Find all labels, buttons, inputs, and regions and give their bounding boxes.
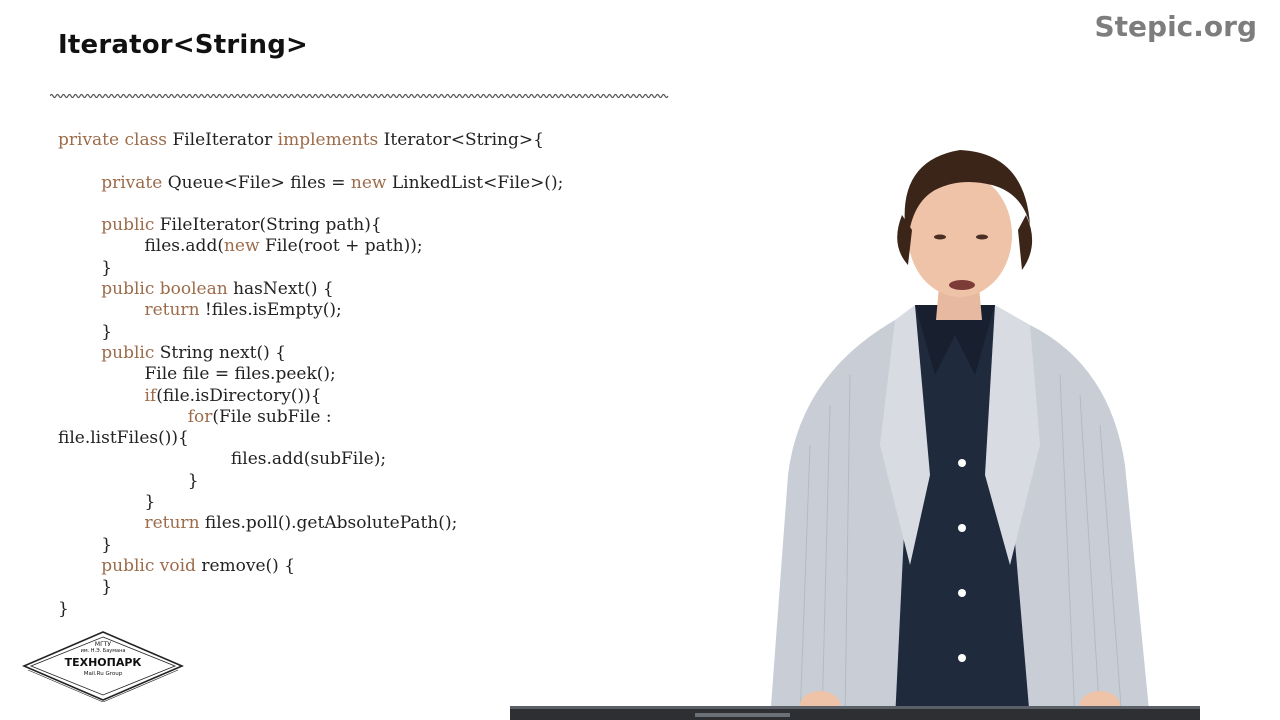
code-line: } [58,599,718,620]
code-line: public FileIterator(String path){ [58,215,718,236]
code-text: } [58,577,113,598]
code-keyword: public [101,215,160,236]
code-text: } [58,321,113,342]
code-text: files.add(subFile); [58,449,387,470]
code-block: private class FileIterator implements It… [58,130,718,620]
code-line: for(File subFile : [58,407,718,428]
code-keyword: if [144,385,157,406]
code-line: public void remove() { [58,556,718,577]
code-text: LinkedList<File>(); [391,172,564,193]
technopark-logo: МГТУ им. Н.Э. Баумана ТЕХНОПАРК Mail.Ru … [22,630,184,702]
code-line: files.add(subFile); [58,449,718,470]
code-text: FileIterator [172,130,278,150]
code-text: (file.isDirectory()){ [156,385,322,406]
code-line: File file = files.peek(); [58,364,718,385]
code-keyword: return [144,513,205,534]
code-line: } [58,471,718,492]
code-keyword: private [58,130,125,150]
code-text: } [58,534,113,555]
code-keyword: boolean [159,279,234,300]
code-line: } [58,577,718,598]
code-line: } [58,322,718,343]
code-text: File file = files.peek(); [58,364,336,385]
code-line: public boolean hasNext() { [58,279,718,300]
logo-line-4: Mail.Ru Group [83,671,123,677]
code-keyword: public [101,555,160,576]
code-text: FileIterator(String path){ [159,215,382,236]
wavy-divider [50,93,669,99]
code-text: !files.isEmpty(); [204,300,342,321]
code-text: File(root + path)); [264,236,423,257]
code-keyword: class [124,130,173,150]
code-text: } [58,257,113,278]
code-keyword: public [101,279,160,300]
code-text: files.poll().getAbsolutePath(); [204,513,458,534]
code-line: } [58,492,718,513]
code-keyword: public [101,342,160,363]
code-text: } [58,598,69,619]
laptop-edge [510,706,1200,720]
code-keyword: return [144,300,205,321]
code-line: private Queue<File> files = new LinkedLi… [58,173,718,194]
code-line: file.listFiles()){ [58,428,718,449]
logo-line-2: им. Н.Э. Баумана [80,648,126,654]
code-text: } [58,470,199,491]
code-line: public String next() { [58,343,718,364]
code-keyword: new [223,236,265,257]
code-text: remove() { [201,555,296,576]
code-line: } [58,535,718,556]
code-text: hasNext() { [233,279,334,300]
code-keyword: for [187,406,213,427]
code-text: files.add( [58,236,224,257]
presenter-figure [770,150,1150,720]
code-keyword: new [350,172,392,193]
code-text: file.listFiles()){ [58,428,189,449]
logo-line-1: МГТУ [94,641,112,648]
code-text: Iterator<String>{ [383,130,544,150]
code-text: Queue<File> files = [167,172,351,193]
code-line: files.add(new File(root + path)); [58,236,718,257]
code-text: } [58,492,156,513]
code-line: if(file.isDirectory()){ [58,386,718,407]
code-line: private class FileIterator implements It… [58,130,718,151]
code-keyword: private [101,172,168,193]
code-text: String next() { [159,342,286,363]
code-keyword: void [159,555,202,576]
code-line: return !files.isEmpty(); [58,300,718,321]
slide-title: Iterator<String> [58,30,308,60]
brand-logo: Stepic.org [1094,10,1257,43]
code-line: return files.poll().getAbsolutePath(); [58,513,718,534]
logo-line-3: ТЕХНОПАРК [64,656,142,669]
code-text: (File subFile : [212,406,332,427]
code-line: } [58,258,718,279]
code-keyword: implements [277,130,384,150]
